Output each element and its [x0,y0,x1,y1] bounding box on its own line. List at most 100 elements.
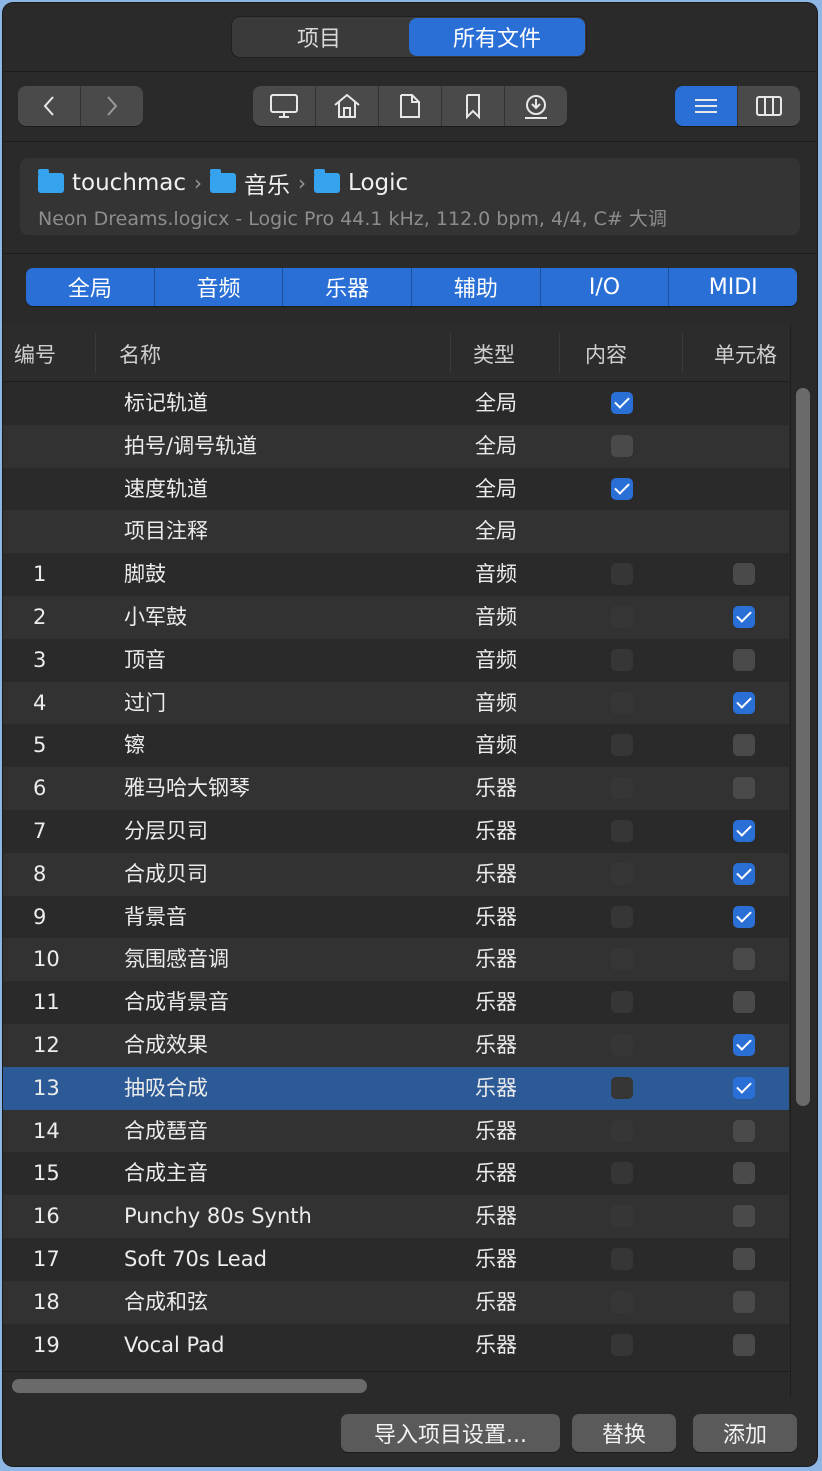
column-header-number[interactable]: 编号 [14,339,56,369]
table-row[interactable]: 1 脚鼓 音频 [3,553,789,596]
table-row[interactable]: 15 合成主音 乐器 [3,1152,789,1195]
table-row[interactable]: 19 Vocal Pad 乐器 [3,1324,789,1367]
table-row[interactable]: 9 背景音 乐器 [3,896,789,939]
cells-checkbox[interactable] [733,563,755,586]
table-row[interactable]: 3 顶音 音频 [3,639,789,682]
cells-checkbox[interactable] [733,991,755,1014]
breadcrumb-item-touchmac[interactable]: touchmac [72,170,186,196]
breadcrumb-item-music[interactable]: 音乐 [244,166,290,200]
content-checkbox [611,1205,633,1228]
cells-checkbox[interactable] [733,1119,755,1142]
content-checkbox[interactable] [611,392,633,414]
column-header-cells[interactable]: 单元格 [714,339,777,369]
track-type: 音频 [475,562,517,587]
cells-checkbox[interactable] [733,605,755,628]
table-row[interactable]: 14 合成琶音 乐器 [3,1109,789,1153]
table-row[interactable]: 7 分层贝司 乐器 [3,810,789,853]
vertical-scrollbar[interactable] [796,388,810,1106]
nav-buttons [18,86,143,126]
cells-checkbox[interactable] [733,648,755,671]
cells-checkbox[interactable] [733,734,755,757]
path-info-box: touchmac › 音乐 › Logic Neon Dreams.logicx… [20,158,800,235]
filter-aux[interactable]: 辅助 [412,268,541,306]
downloads-button[interactable] [505,86,567,126]
tab-all-files[interactable]: 所有文件 [409,18,585,56]
home-button[interactable] [316,86,379,126]
content-checkbox[interactable] [611,434,633,457]
table-row[interactable]: 17 Soft 70s Lead 乐器 [3,1238,789,1281]
track-name: 拍号/调号轨道 [124,433,258,458]
content-checkbox [611,691,633,714]
add-button[interactable]: 添加 [693,1414,797,1452]
content-checkbox [611,905,633,928]
list-view-button[interactable] [675,86,738,126]
replace-button[interactable]: 替换 [572,1414,676,1452]
cells-checkbox[interactable] [733,1205,755,1228]
table-row[interactable]: 5 镲 音频 [3,724,789,767]
track-type: 全局 [475,433,517,458]
track-name: 合成效果 [124,1032,208,1057]
cells-checkbox[interactable] [733,691,755,714]
table-row[interactable]: 16 Punchy 80s Synth 乐器 [3,1195,789,1238]
column-header-name[interactable]: 名称 [119,339,161,369]
track-number: 1 [33,562,47,587]
column-view-button[interactable] [738,86,800,126]
track-name: 速度轨道 [124,476,208,501]
table-row[interactable]: 10 氛围感音调 乐器 [3,938,789,982]
filter-io[interactable]: I/O [541,268,670,306]
table-row[interactable]: 8 合成贝司 乐器 [3,852,789,896]
horizontal-scrollbar[interactable] [12,1379,367,1393]
table-row[interactable]: 2 小军鼓 音频 [3,595,789,639]
divider [3,253,817,254]
track-number: 5 [33,733,47,758]
documents-button[interactable] [379,86,442,126]
cells-checkbox[interactable] [733,1162,755,1185]
track-number: 2 [33,604,47,629]
filter-audio[interactable]: 音频 [155,268,284,306]
table-row[interactable]: 速度轨道 全局 [3,468,789,511]
cells-checkbox[interactable] [733,1033,755,1056]
track-number: 13 [33,1075,60,1100]
content-checkbox [611,1076,633,1099]
table-row[interactable]: 11 合成背景音 乐器 [3,981,789,1024]
cells-checkbox[interactable] [733,1333,755,1356]
table-header: 编号 名称 类型 内容 单元格 [3,325,789,382]
cells-checkbox[interactable] [733,948,755,971]
filter-global[interactable]: 全局 [26,268,155,306]
table-row[interactable]: 12 合成效果 乐器 [3,1023,789,1067]
cells-checkbox[interactable] [733,1076,755,1099]
table-row[interactable]: 标记轨道 全局 [3,382,789,425]
import-settings-button[interactable]: 导入项目设置... [341,1414,560,1452]
column-divider [450,333,451,373]
track-name: 项目注释 [124,519,208,544]
column-header-content[interactable]: 内容 [585,339,627,369]
content-checkbox[interactable] [611,477,633,500]
desktop-button[interactable] [253,86,316,126]
table-row[interactable]: 拍号/调号轨道 全局 [3,424,789,468]
cells-checkbox[interactable] [733,1290,755,1313]
table-row[interactable]: 4 过门 音频 [3,681,789,725]
table-row[interactable]: 18 合成和弦 乐器 [3,1280,789,1324]
table-row[interactable]: 项目注释 全局 [3,510,789,554]
breadcrumb-item-logic[interactable]: Logic [348,170,408,196]
track-name: 背景音 [124,904,187,929]
cells-checkbox[interactable] [733,905,755,928]
cells-checkbox[interactable] [733,819,755,842]
cells-checkbox[interactable] [733,1247,755,1270]
content-checkbox [611,1290,633,1313]
filter-instrument[interactable]: 乐器 [283,268,413,306]
bookmarks-button[interactable] [442,86,505,126]
cells-checkbox[interactable] [733,862,755,885]
forward-button[interactable] [81,86,143,126]
back-button[interactable] [18,86,81,126]
chevron-right-icon [107,96,118,116]
column-header-type[interactable]: 类型 [473,339,515,369]
content-checkbox [611,991,633,1014]
table-row[interactable]: 13 抽吸合成 乐器 [3,1066,789,1110]
table-row[interactable]: 6 雅马哈大钢琴 乐器 [3,767,789,810]
cells-checkbox[interactable] [733,777,755,800]
filter-midi[interactable]: MIDI [669,268,797,306]
column-divider [559,333,560,373]
source-tabs: 项目 所有文件 [231,16,587,58]
tab-project[interactable]: 项目 [231,16,407,58]
